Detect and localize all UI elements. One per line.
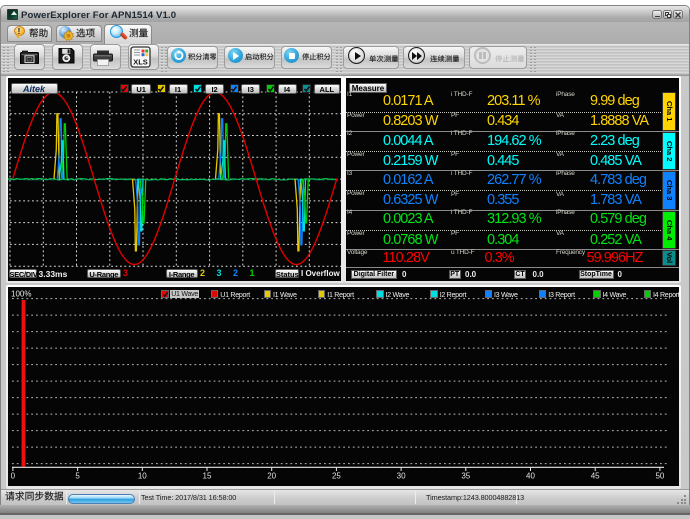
svg-text:20: 20 <box>267 472 276 481</box>
svg-text:25: 25 <box>332 472 341 481</box>
svg-text:5: 5 <box>75 472 80 481</box>
svg-text:35: 35 <box>461 472 470 481</box>
svg-text:10: 10 <box>138 472 147 481</box>
svg-text:30: 30 <box>397 472 406 481</box>
svg-text:40: 40 <box>526 472 535 481</box>
svg-text:100%: 100% <box>11 290 31 299</box>
svg-text:XLS: XLS <box>133 57 148 66</box>
svg-text:0: 0 <box>11 472 16 481</box>
svg-text:50: 50 <box>655 472 664 481</box>
svg-text:45: 45 <box>591 472 600 481</box>
svg-text:15: 15 <box>203 472 212 481</box>
